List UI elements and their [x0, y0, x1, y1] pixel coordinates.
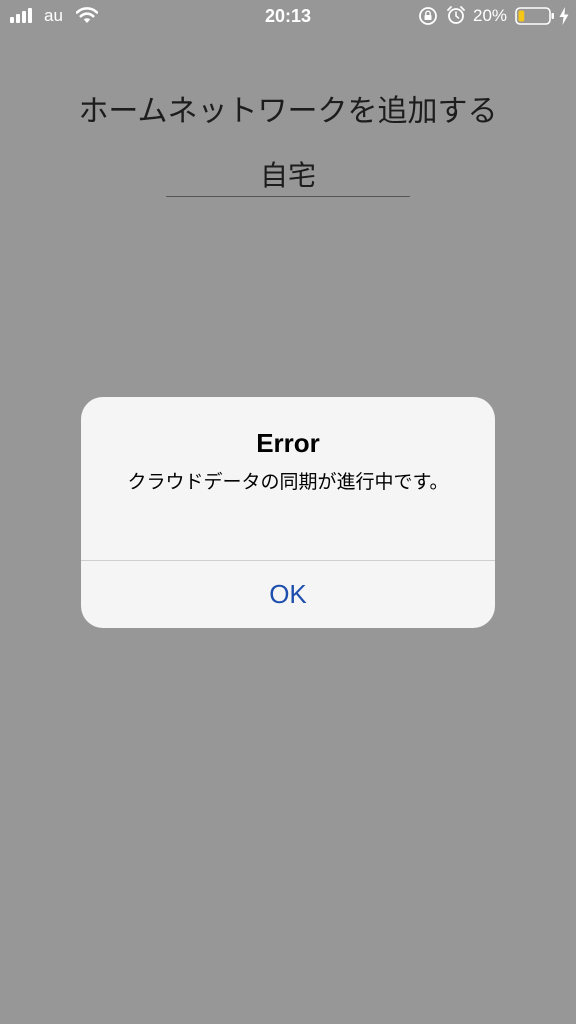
- charging-icon: [559, 7, 569, 25]
- status-bar: au 20:13 20%: [0, 0, 576, 34]
- network-name-field[interactable]: [166, 152, 410, 197]
- page-title: ホームネットワークを追加する: [78, 94, 498, 129]
- battery-icon: [515, 7, 554, 25]
- ok-button[interactable]: OK: [81, 561, 495, 628]
- alert-message: クラウドデータの同期が進行中です。: [127, 471, 449, 493]
- battery-percent: 20%: [473, 6, 508, 25]
- error-alert: Error クラウドデータの同期が進行中です。 OK: [81, 397, 495, 628]
- screen: au 20:13 20% ホームネットワークを追加する 自宅 Error クラウ…: [0, 0, 576, 1024]
- alarm-icon: [447, 6, 465, 24]
- lock-rotation-icon: [419, 7, 437, 25]
- alert-title: Error: [256, 428, 320, 458]
